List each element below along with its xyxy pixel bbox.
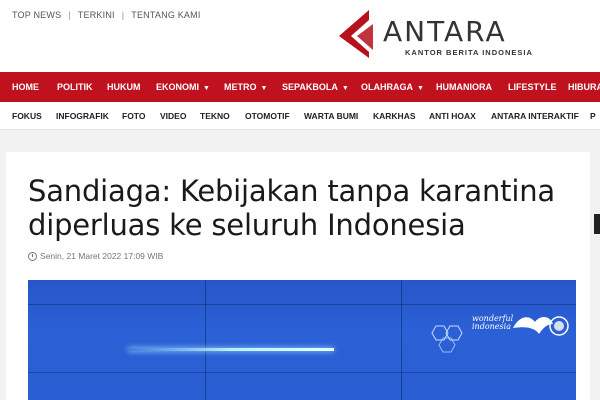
sidebar-edge	[594, 214, 600, 234]
article-date: Senin, 21 Maret 2022 17:09 WIB	[40, 251, 164, 261]
nav-item-label: EKONOMI	[156, 82, 200, 92]
nav-item-label: HUMANIORA	[436, 82, 492, 92]
top-link-separator: |	[68, 10, 71, 20]
nav-item-home[interactable]: HOME	[12, 72, 39, 102]
wonderful-indonesia-line2: indonesia	[472, 322, 511, 331]
subnav-item-video[interactable]: VIDEO	[160, 102, 186, 129]
nav-item-lifestyle[interactable]: LIFESTYLE	[508, 72, 557, 102]
subnav-item-foto[interactable]: FOTO	[122, 102, 145, 129]
top-links: TOP NEWS | TERKINI | TENTANG KAMI	[12, 10, 201, 20]
nav-item-label: LIFESTYLE	[508, 82, 557, 92]
chevron-down-icon: ▼	[417, 85, 424, 92]
antara-logo[interactable]: ANTARA KANTOR BERITA INDONESIA	[333, 6, 563, 62]
subnav-item-tekno[interactable]: TEKNO	[200, 102, 230, 129]
hexagon-pattern-icon	[431, 325, 463, 353]
site-header: TOP NEWS | TERKINI | TENTANG KAMI ANTARA…	[0, 0, 600, 72]
garuda-bird-icon	[513, 316, 569, 336]
nav-item-label: HOME	[12, 82, 39, 92]
subnav-item-infografik[interactable]: INFOGRAFIK	[56, 102, 109, 129]
antara-logo-mark-icon	[339, 10, 373, 58]
article: Sandiaga: Kebijakan tanpa karantina dipe…	[6, 152, 590, 400]
nav-item-label: METRO	[224, 82, 257, 92]
top-link-separator: |	[121, 10, 125, 20]
top-link-terkini[interactable]: TERKINI	[78, 10, 115, 20]
chevron-down-icon: ▼	[203, 85, 210, 92]
photo-screen-panel	[28, 280, 206, 400]
nav-item-label: OLAHRAGA	[361, 82, 413, 92]
photo-light-streak	[128, 348, 334, 351]
nav-item-label: POLITIK	[57, 82, 93, 92]
nav-item-hiburan[interactable]: HIBURA	[568, 72, 600, 102]
nav-item-label: HUKUM	[107, 82, 141, 92]
clock-icon	[28, 251, 37, 261]
subnav-item-anti-hoax[interactable]: ANTI HOAX	[429, 102, 476, 129]
article-photo[interactable]: wonderful indonesia	[28, 280, 576, 400]
subnav-item-fokus[interactable]: FOKUS	[12, 102, 42, 129]
nav-item-humaniora[interactable]: HUMANIORA	[436, 72, 492, 102]
top-link-tentang-kami[interactable]: TENTANG KAMI	[131, 10, 200, 20]
wonderful-indonesia-logo-text: wonderful indonesia	[472, 315, 513, 331]
chevron-down-icon: ▼	[260, 85, 268, 92]
nav-item-metro[interactable]: METRO ▼	[224, 72, 267, 102]
photo-screen-panel	[206, 280, 402, 400]
nav-item-sepakbola[interactable]: SEPAKBOLA ▼	[282, 72, 349, 102]
sub-nav: FOKUS INFOGRAFIK FOTO VIDEO TEKNO OTOMOT…	[0, 102, 600, 130]
subnav-item-karkhas[interactable]: KARKHAS	[373, 102, 416, 129]
logo-tagline: KANTOR BERITA INDONESIA	[405, 48, 533, 57]
chevron-down-icon: ▼	[341, 85, 349, 92]
nav-item-hukum[interactable]: HUKUM	[107, 72, 141, 102]
subnav-item-warta-bumi[interactable]: WARTA BUMI	[304, 102, 358, 129]
nav-item-label: SEPAKBOLA	[282, 82, 338, 92]
logo-brand-text: ANTARA	[383, 15, 507, 48]
nav-item-ekonomi[interactable]: EKONOMI ▼	[156, 72, 210, 102]
article-headline: Sandiaga: Kebijakan tanpa karantina dipe…	[28, 174, 555, 242]
article-meta: Senin, 21 Maret 2022 17:09 WIB	[28, 251, 163, 261]
subnav-item-antara-interaktif[interactable]: ANTARA INTERAKTIF	[491, 102, 579, 129]
nav-item-politik[interactable]: POLITIK	[57, 72, 93, 102]
subnav-item-otomotif[interactable]: OTOMOTIF	[245, 102, 290, 129]
top-link-top-news[interactable]: TOP NEWS	[12, 10, 61, 20]
main-nav: HOME POLITIK HUKUM EKONOMI ▼ METRO ▼ SEPAK…	[0, 72, 600, 102]
nav-item-label: HIBURA	[568, 82, 600, 92]
nav-item-olahraga[interactable]: OLAHRAGA ▼	[361, 72, 424, 102]
subnav-item-more[interactable]: P	[590, 102, 596, 129]
